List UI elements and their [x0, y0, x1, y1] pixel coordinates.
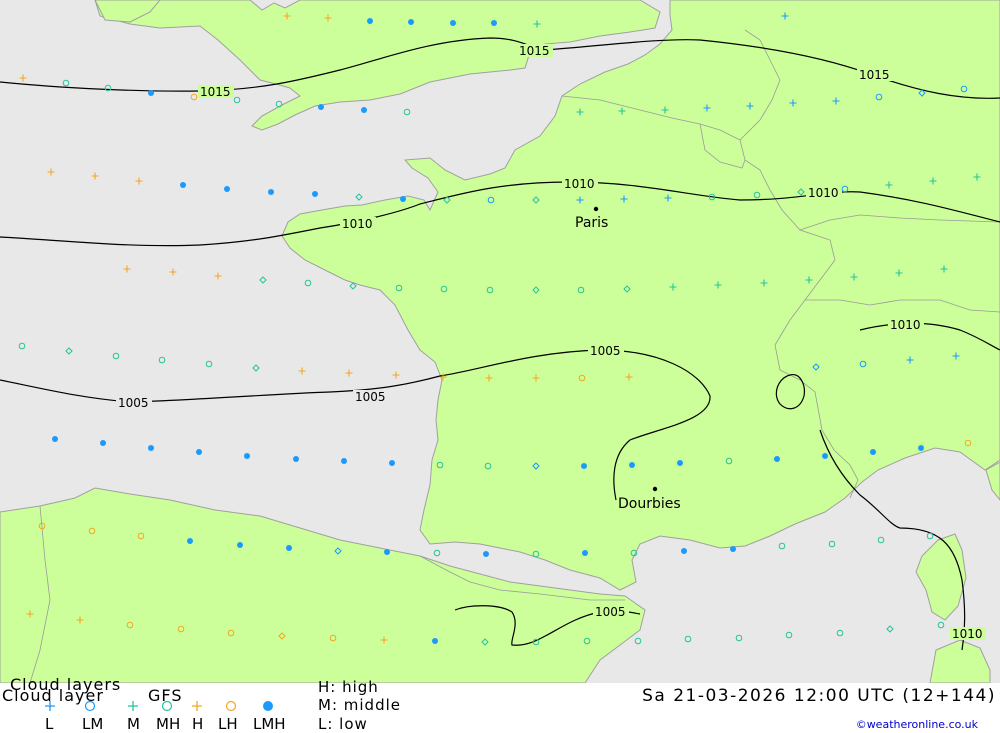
cloud-symbol-filled [681, 548, 687, 554]
legend-code-l: L [45, 715, 54, 733]
cloud-symbol-filled [224, 186, 230, 192]
cloud-symbol-filled [286, 545, 292, 551]
cloud-symbol-filled [581, 463, 587, 469]
legend-code-lm: LM [82, 715, 104, 733]
cloud-symbol-filled [450, 20, 456, 26]
plus-icon [192, 701, 202, 711]
cloud-symbol-filled [52, 436, 58, 442]
cloud-symbol-filled [582, 550, 588, 556]
credit-link[interactable]: ©weatheronline.co.uk [856, 718, 978, 731]
cloud-symbol-filled [361, 107, 367, 113]
city-label-paris: Paris [575, 215, 608, 231]
cloud-symbol-filled [293, 456, 299, 462]
key-high: H: high [318, 678, 379, 696]
cloud-symbol-filled [237, 542, 243, 548]
weather-map: 1015 1015 1015 1010 1010 1010 1010 1010 … [0, 0, 1000, 683]
filled-circle-icon [263, 701, 273, 711]
isobar-label: 1010 [952, 627, 983, 641]
cloud-symbol-filled [389, 460, 395, 466]
circle-icon [225, 700, 237, 712]
isobar-label: 1010 [564, 177, 595, 191]
cloud-symbol-filled [187, 538, 193, 544]
cloud-symbol-filled [677, 460, 683, 466]
legend-code-mh: MH [156, 715, 181, 733]
isobar-label: 1015 [859, 68, 890, 82]
cloud-symbol-filled [341, 458, 347, 464]
cloud-symbol-filled [318, 104, 324, 110]
cloud-symbol-filled [432, 638, 438, 644]
cloud-symbol-filled [870, 449, 876, 455]
cloud-symbol-filled [483, 551, 489, 557]
plus-icon [45, 701, 55, 711]
circle-icon [161, 700, 173, 712]
isobar-label: 1010 [890, 318, 921, 332]
isobar-label: 1015 [519, 44, 550, 58]
legend-code-h: H [192, 715, 204, 733]
city-label-dourbies: Dourbies [618, 496, 681, 512]
cloud-symbol-filled [918, 445, 924, 451]
cloud-symbol-filled [384, 549, 390, 555]
cloud-symbol-filled [244, 453, 250, 459]
circle-icon [84, 700, 96, 712]
cloud-symbol-filled [100, 440, 106, 446]
plus-icon [128, 701, 138, 711]
cloud-symbol-filled [196, 449, 202, 455]
cloud-symbol-filled [400, 196, 406, 202]
cloud-symbol-filled [312, 191, 318, 197]
forecast-datetime: Sa 21-03-2026 12:00 UTC (12+144) [642, 686, 996, 706]
cloud-symbol-filled [774, 456, 780, 462]
key-middle: M: middle [318, 696, 401, 714]
isobar-label: 1005 [595, 605, 626, 619]
cloud-symbol-filled [180, 182, 186, 188]
cloud-symbol-filled [822, 453, 828, 459]
isobar-label: 1005 [118, 396, 149, 410]
isobar-label: 1010 [808, 186, 839, 200]
isobar-label: 1005 [590, 344, 621, 358]
legend-code-lh: LH [218, 715, 238, 733]
cloud-symbol-filled [148, 90, 154, 96]
city-marker [652, 486, 658, 492]
cloud-symbol-filled [491, 20, 497, 26]
isobar-label: 1015 [200, 85, 231, 99]
key-low: L: low [318, 715, 368, 733]
isobar-label: 1010 [342, 217, 373, 231]
legend-code-lmh: LMH [253, 715, 286, 733]
cloud-symbol-filled [629, 462, 635, 468]
legend-code-m: M [127, 715, 140, 733]
cloud-symbol-filled [367, 18, 373, 24]
cloud-symbol-filled [408, 19, 414, 25]
legend-panel: Cloud layers Cloud layer GFS L LM M MH H… [0, 675, 1000, 733]
city-marker [593, 206, 599, 212]
cloud-symbol-filled [268, 189, 274, 195]
isobar-label: 1005 [355, 390, 386, 404]
cloud-symbol-filled [148, 445, 154, 451]
cloud-symbol-filled [730, 546, 736, 552]
